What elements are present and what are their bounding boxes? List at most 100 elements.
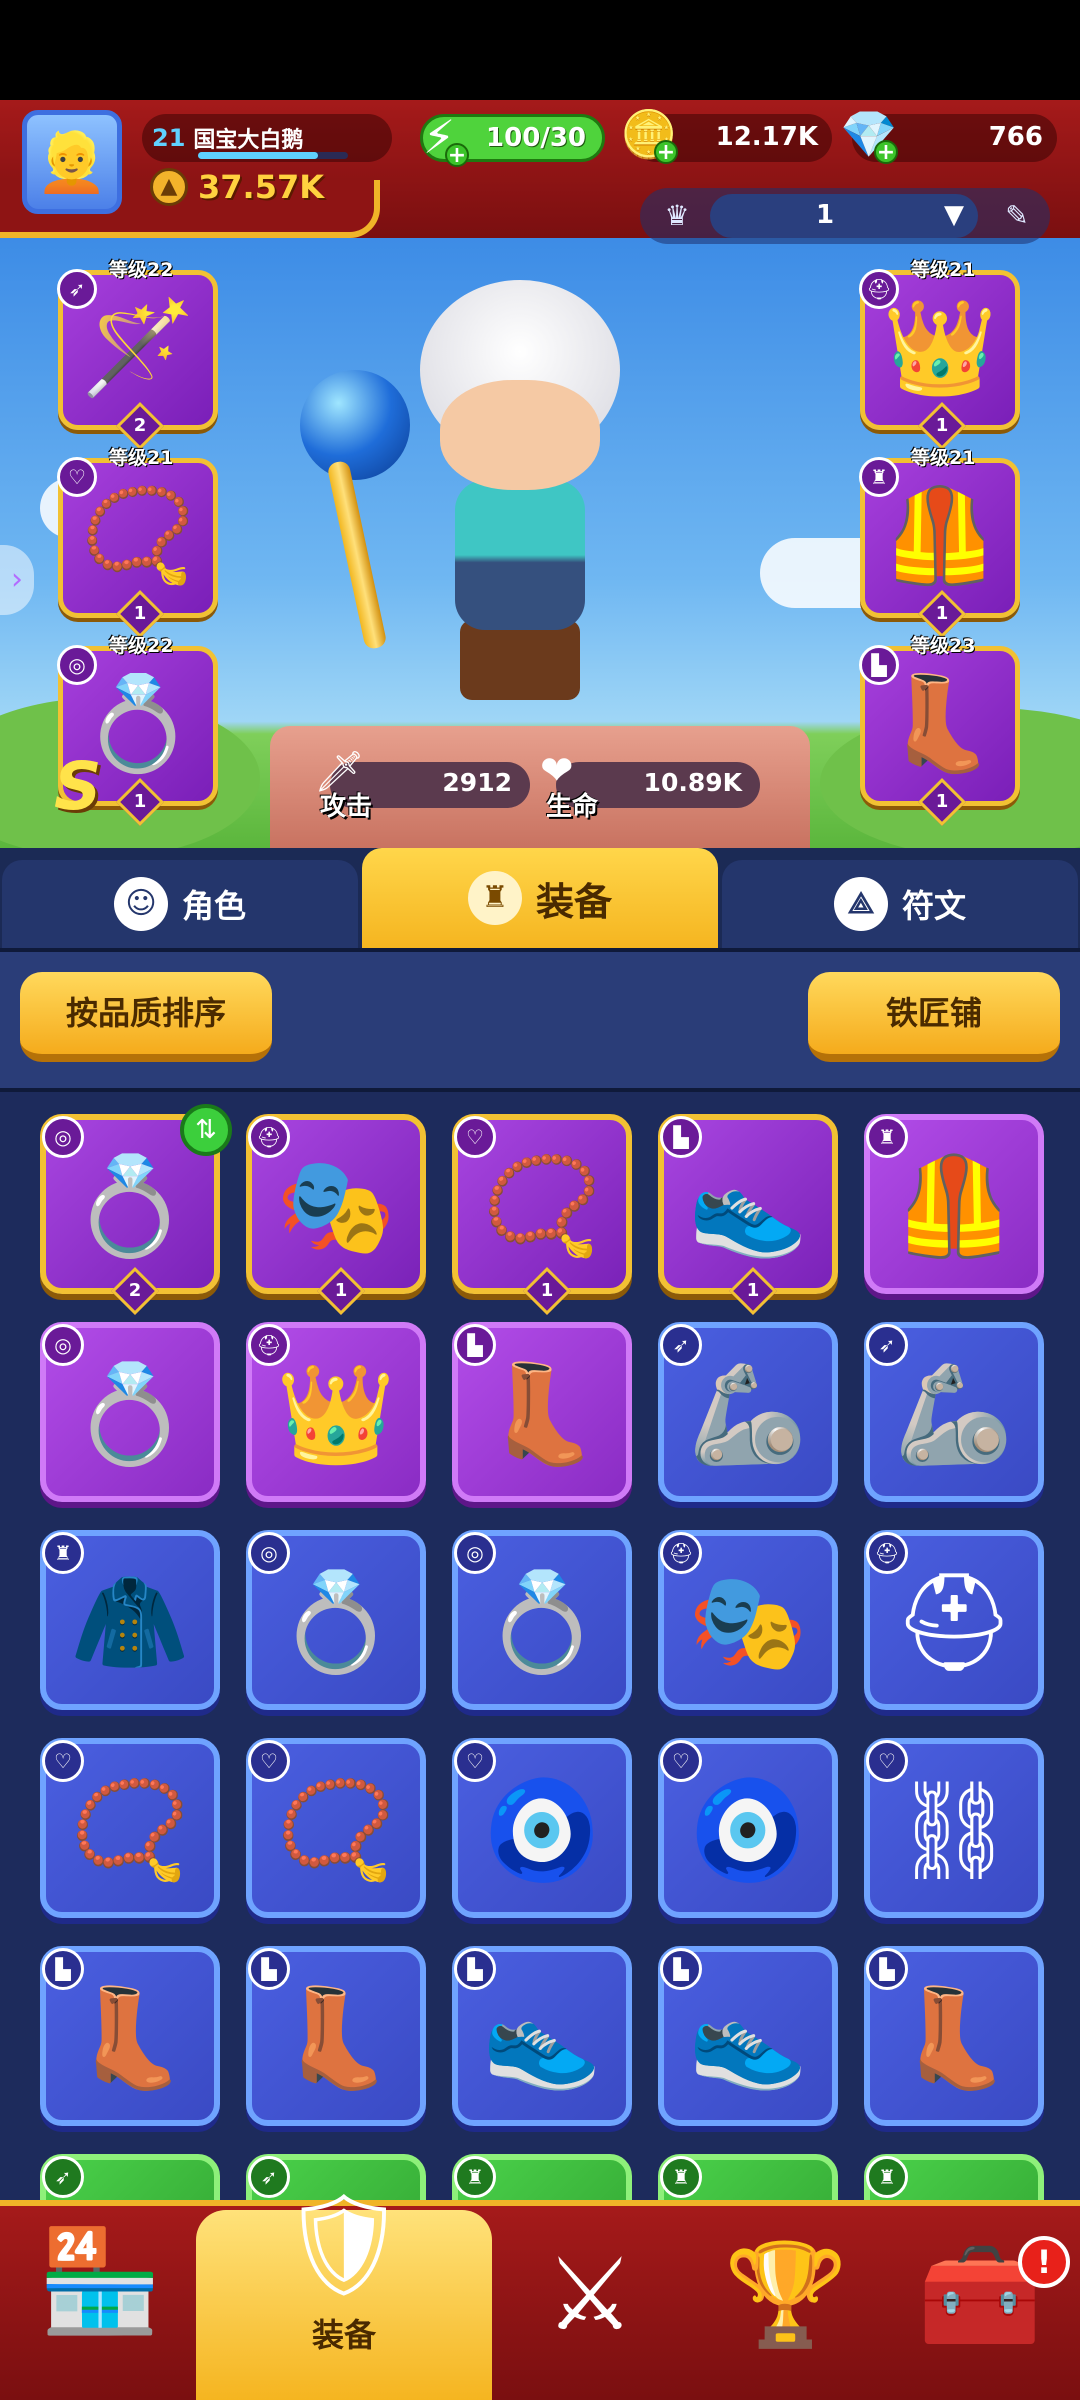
boot-icon: 👢 [70, 1982, 190, 2094]
inventory-actions: 按品质排序 铁匠铺 [0, 948, 1080, 1088]
inventory-item-amulet[interactable]: ♡ 📿 [246, 1738, 426, 1918]
equipped-boots-slot[interactable]: 等级23 ▙ 👢 1 [859, 635, 1020, 827]
amulet-icon: 📿 [70, 1774, 190, 1886]
shop-icon: 🏪 [37, 2222, 163, 2339]
inventory-item[interactable]: ♜ [452, 2154, 632, 2200]
rune-icon: ⟁ [833, 877, 888, 931]
mask-icon: 🎭 [688, 1566, 808, 1678]
inventory-item-ring[interactable]: ◎ 💍 [40, 1322, 220, 1502]
slot-level: 等级22 [109, 635, 174, 657]
inventory-item[interactable]: ➶ [40, 2154, 220, 2200]
hp-stat: ❤ 生命 10.89K [540, 748, 760, 822]
nav-battle[interactable]: ⚔ [490, 2230, 690, 2400]
inventory-item-ring[interactable]: ◎ 💍 2 ⇅ [40, 1104, 232, 1316]
gem-counter[interactable]: 💎 + 766 [840, 107, 1057, 164]
inventory-item-cape[interactable]: ♜ 🧥 [40, 1530, 220, 1710]
armor-type-icon: ♜ [866, 2156, 908, 2198]
inventory-item-ring[interactable]: ◎ 💍 [246, 1530, 426, 1710]
tab-bar: ☺ 角色 ♜ 装备 ⟁ 符文 [0, 848, 1080, 948]
inventory-item-mask[interactable]: ⛑ 🎭 [658, 1530, 838, 1710]
inventory-item-boots[interactable]: ▙ 👟 [452, 1946, 632, 2126]
hero-character[interactable] [360, 270, 680, 710]
inventory-item-helmet[interactable]: ⛑ ⛑ [864, 1530, 1044, 1710]
inventory-item-necklace[interactable]: ♡ 🧿 [452, 1738, 632, 1918]
boot-icon: 👢 [482, 1358, 602, 1470]
necklace-icon: 🧿 [482, 1774, 602, 1886]
weapon-type-icon: ➶ [42, 2156, 84, 2198]
amulet-icon: 📿 [80, 482, 196, 589]
tab-role-label: 角色 [181, 887, 246, 925]
inventory-item-mask[interactable]: ⛑ 🎭 1 [246, 1114, 426, 1316]
inventory-item-claw[interactable]: ➶ 🦾 [864, 1322, 1044, 1502]
inventory-grid: ◎ 💍 2 ⇅ ⛑ 🎭 1 ♡ 📿 1 ▙ 👟 1 ♜ 🦺 ◎ 💍 ⛑ 👑 ▙ … [0, 1088, 1080, 2200]
inventory-item-ring[interactable]: ◎ 💍 [452, 1530, 632, 1710]
boot-icon: 👟 [482, 1982, 602, 2094]
inventory-item-boots[interactable]: ▙ 👢 [452, 1322, 632, 1502]
crown-icon: 👑 [882, 294, 998, 401]
add-energy-button[interactable]: + [445, 143, 469, 167]
knight-helmet-icon: ⛑ [893, 1566, 1015, 1678]
inventory-item-claw[interactable]: ➶ 🦾 [658, 1322, 838, 1502]
sort-by-quality-button[interactable]: 按品质排序 [20, 972, 272, 1062]
gold-counter[interactable]: 🪙 + 12.17K [620, 107, 832, 164]
claw-weapon-icon: 🦾 [894, 1358, 1014, 1470]
edit-icon[interactable]: ✎ [994, 193, 1040, 239]
power-value: 37.57K [198, 168, 325, 206]
inventory-item-boots[interactable]: ▙ 👢 [864, 1946, 1044, 2126]
nav-shop[interactable]: 🏪 [0, 2216, 200, 2396]
magic-staff-icon: 🪄 [80, 294, 196, 401]
armor-type-icon: ♜ [660, 2156, 702, 2198]
player-name: 国宝大白鹅 [193, 128, 304, 153]
add-gold-button[interactable]: + [654, 140, 678, 164]
boot-icon: 👟 [688, 1982, 808, 2094]
inventory-item-boots[interactable]: ▙ 👟 1 [658, 1114, 838, 1316]
gem-value: 766 [988, 122, 1043, 152]
tab-role[interactable]: ☺ 角色 [2, 860, 358, 948]
equipped-helmet-slot[interactable]: 等级21 ⛑ 👑 1 [859, 259, 1020, 451]
inventory-item-chain[interactable]: ♡ ⛓ [864, 1738, 1044, 1918]
inventory-item-necklace[interactable]: ♡ 🧿 [658, 1738, 838, 1918]
attack-label: 攻击 [320, 792, 373, 822]
energy-counter[interactable]: ⚡ + 100/30 [420, 110, 605, 167]
inventory-item[interactable]: ♜ [658, 2154, 838, 2200]
equipped-necklace-slot[interactable]: 等级21 ♡ 📿 1 [57, 447, 218, 639]
tab-rune-label: 符文 [901, 887, 966, 925]
player-avatar[interactable]: 👱 [22, 110, 122, 214]
armor-icon: 🦺 [894, 1150, 1014, 1262]
inventory-item-amulet[interactable]: ♡ 📿 1 [452, 1114, 632, 1316]
sword-shield-icon: ⚔ [545, 2236, 635, 2353]
preset-dropdown[interactable]: 1 ▼ [710, 194, 978, 238]
inventory-item-boots[interactable]: ▙ 👢 [40, 1946, 220, 2126]
trophy-icon: 🏆 [723, 2236, 849, 2353]
armor-icon: 🛡 [280, 2186, 408, 2303]
inventory-item-armor[interactable]: ♜ 🦺 [864, 1114, 1044, 1294]
tab-equipment[interactable]: ♜ 装备 [362, 848, 718, 948]
necklace-icon: 🧿 [688, 1774, 808, 1886]
player-level: 21 [152, 124, 186, 152]
inventory-item-crown[interactable]: ⛑ 👑 [246, 1322, 426, 1502]
blacksmith-button[interactable]: 铁匠铺 [808, 972, 1060, 1062]
nav-equipment[interactable]: 🛡 装备 [244, 2180, 444, 2360]
armor-type-icon: ♜ [454, 2156, 496, 2198]
equipped-armor-slot[interactable]: 等级21 ♜ 🦺 1 [859, 447, 1020, 639]
slot-level: 等级21 [911, 259, 976, 281]
boot-icon: 👢 [276, 1982, 396, 2094]
equipped-weapon-slot[interactable]: 等级22 ➶ 🪄 2 [57, 259, 218, 451]
preset-selector[interactable]: ♛ 1 ▼ ✎ [640, 188, 1050, 244]
armor-icon: 🦺 [882, 482, 998, 589]
inventory-item-boots[interactable]: ▙ 👟 [658, 1946, 838, 2126]
nav-workshop[interactable]: 🧰 ! [880, 2230, 1080, 2400]
outfit-icon: ♛ [664, 199, 690, 232]
amulet-icon: 📿 [482, 1150, 602, 1262]
inventory-item-boots[interactable]: ▙ 👢 [246, 1946, 426, 2126]
tab-rune[interactable]: ⟁ 符文 [722, 860, 1078, 948]
add-gem-button[interactable]: + [874, 140, 898, 164]
ring-icon: 💍 [276, 1566, 396, 1678]
nav-trophy[interactable]: 🏆 [686, 2230, 886, 2400]
attack-value: 2912 [442, 768, 512, 797]
ring-icon: 💍 [70, 1358, 190, 1470]
inventory-item[interactable]: ♜ [864, 2154, 1044, 2200]
status-bar [0, 0, 1080, 100]
inventory-item-amulet[interactable]: ♡ 📿 [40, 1738, 220, 1918]
claw-weapon-icon: 🦾 [688, 1358, 808, 1470]
